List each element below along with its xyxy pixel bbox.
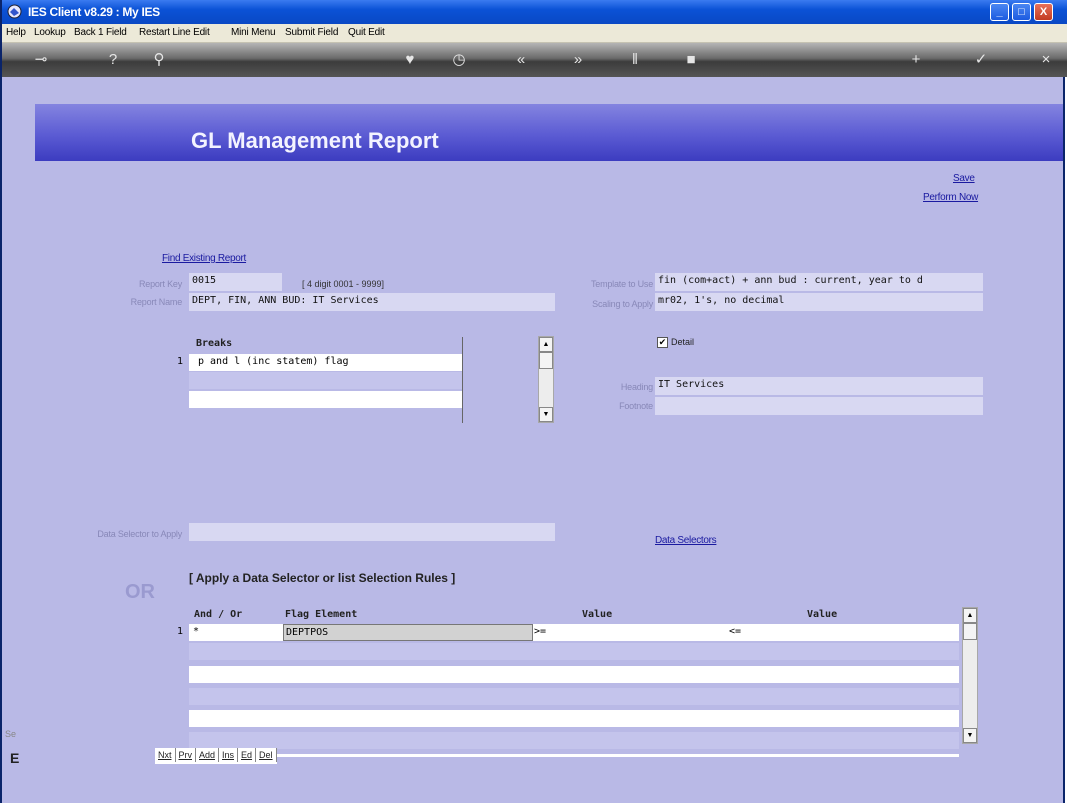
edit-button[interactable]: Ed	[238, 748, 257, 762]
detail-label: Detail	[671, 337, 695, 347]
title-bar: IES Client v8.29 : My IES _ □ X	[2, 0, 1067, 24]
clock-icon[interactable]: ◷	[450, 51, 468, 69]
app-window: IES Client v8.29 : My IES _ □ X Help Loo…	[0, 0, 1067, 803]
page-banner: GL Management Report	[35, 104, 1063, 161]
menu-mini-menu[interactable]: Mini Menu	[231, 27, 276, 38]
rules-row[interactable]	[189, 732, 959, 749]
detail-checkbox[interactable]: ✔	[657, 337, 668, 348]
menu-submit-field[interactable]: Submit Field	[285, 27, 338, 38]
heart-icon[interactable]: ♥	[401, 51, 419, 69]
toolbar: ⊸ ? ⚲ ♥ ◷ « » ‖ ■ + ✓ ×	[2, 43, 1067, 77]
template-field[interactable]: fin (com+act) + ann bud : current, year …	[655, 273, 983, 291]
menu-lookup[interactable]: Lookup	[34, 27, 66, 38]
breaks-row[interactable]	[189, 372, 463, 389]
scroll-up-arrow-icon[interactable]: ▲	[963, 608, 977, 623]
menu-quit-edit[interactable]: Quit Edit	[348, 27, 385, 38]
find-existing-report-link[interactable]: Find Existing Report	[162, 253, 246, 264]
rules-row[interactable]	[189, 754, 959, 757]
report-name-label: Report Name	[130, 297, 183, 307]
side-panel-fragment: Se	[5, 729, 17, 739]
next-button[interactable]: Nxt	[155, 748, 176, 762]
breaks-scrollbar[interactable]: ▲ ▼	[538, 336, 554, 423]
perform-now-link[interactable]: Perform Now	[923, 192, 978, 203]
data-selector-label: Data Selector to Apply	[97, 529, 182, 539]
value1-header: Value	[582, 609, 613, 620]
scaling-label: Scaling to Apply	[592, 299, 653, 309]
insert-button[interactable]: Ins	[219, 748, 239, 762]
report-name-field[interactable]: DEPT, FIN, ANN BUD: IT Services	[189, 293, 555, 311]
or-label: OR	[125, 581, 155, 603]
add-button[interactable]: Add	[196, 748, 220, 762]
breaks-header: Breaks	[196, 338, 233, 349]
row-action-buttons: Nxt Prv Add Ins Ed Del	[155, 748, 277, 764]
rewind-icon[interactable]: «	[512, 51, 530, 69]
app-logo-icon	[7, 4, 22, 19]
key-icon[interactable]: ⊸	[32, 51, 50, 69]
add-icon[interactable]: +	[907, 51, 925, 69]
menu-help[interactable]: Help	[6, 27, 26, 38]
scroll-thumb[interactable]	[963, 623, 977, 640]
scroll-thumb[interactable]	[539, 352, 553, 369]
rules-row[interactable]	[189, 688, 959, 705]
heading-field[interactable]: IT Services	[655, 377, 983, 395]
rules-grid: And / Or Flag Element Value Value 1 * DE…	[177, 607, 959, 757]
prev-button[interactable]: Prv	[176, 748, 196, 762]
side-panel-fragment: E	[10, 750, 20, 766]
report-key-field[interactable]: 0015	[189, 273, 282, 291]
rules-row[interactable]	[189, 643, 959, 660]
value2-header: Value	[807, 609, 838, 620]
rules-row[interactable]	[189, 710, 959, 727]
rules-value2-cell[interactable]: <=	[729, 626, 741, 637]
rules-scrollbar[interactable]: ▲ ▼	[962, 607, 978, 744]
search-icon[interactable]: ⚲	[150, 51, 168, 69]
data-selector-field[interactable]	[189, 523, 555, 541]
maximize-button[interactable]: □	[1012, 3, 1031, 21]
minimize-button[interactable]: _	[990, 3, 1009, 21]
check-icon[interactable]: ✓	[972, 51, 990, 69]
rules-row-number: 1	[177, 626, 184, 637]
rules-row[interactable]: 1 * DEPTPOS >= <=	[177, 624, 959, 641]
page-title: GL Management Report	[191, 128, 439, 153]
scroll-down-arrow-icon[interactable]: ▼	[539, 407, 553, 422]
scroll-up-arrow-icon[interactable]: ▲	[539, 337, 553, 352]
breaks-row-number: 1	[177, 356, 184, 367]
footnote-field[interactable]	[655, 397, 983, 415]
report-key-hint: [ 4 digit 0001 - 9999]	[302, 279, 385, 289]
template-label: Template to Use	[590, 279, 653, 289]
breaks-row-value[interactable]: p and l (inc statem) flag	[198, 356, 349, 367]
window-title: IES Client v8.29 : My IES	[28, 5, 160, 19]
forward-icon[interactable]: »	[569, 51, 587, 69]
breaks-row[interactable]: 1 p and l (inc statem) flag	[177, 354, 463, 371]
main-content: GL Management Report Save Perform Now Fi…	[2, 77, 1063, 803]
toolbar-close-icon[interactable]: ×	[1037, 51, 1055, 69]
apply-instructions: [ Apply a Data Selector or list Selectio…	[189, 571, 456, 585]
help-icon[interactable]: ?	[104, 51, 122, 69]
data-selectors-link[interactable]: Data Selectors	[655, 535, 717, 546]
menu-restart-line-edit[interactable]: Restart Line Edit	[139, 27, 210, 38]
report-key-label: Report Key	[138, 279, 182, 289]
footnote-label: Footnote	[619, 401, 653, 411]
rules-value1-cell[interactable]: >=	[534, 626, 546, 637]
scaling-field[interactable]: mr02, 1's, no decimal	[655, 293, 983, 311]
pause-icon[interactable]: ‖	[626, 51, 644, 69]
rules-row[interactable]	[189, 666, 959, 683]
scroll-down-arrow-icon[interactable]: ▼	[963, 728, 977, 743]
save-link[interactable]: Save	[953, 173, 975, 184]
and-or-header: And / Or	[194, 609, 243, 620]
menu-bar: Help Lookup Back 1 Field Restart Line Ed…	[2, 24, 1067, 43]
breaks-grid: Breaks 1 p and l (inc statem) flag	[177, 337, 463, 423]
rules-flag-cell[interactable]: DEPTPOS	[283, 624, 533, 641]
breaks-divider	[462, 337, 463, 423]
close-button[interactable]: X	[1034, 3, 1053, 21]
rules-and-or-cell[interactable]: *	[193, 626, 199, 637]
menu-back-1-field[interactable]: Back 1 Field	[74, 27, 127, 38]
flag-element-header: Flag Element	[285, 609, 358, 620]
breaks-row[interactable]	[189, 391, 463, 408]
delete-button[interactable]: Del	[256, 748, 277, 762]
heading-label: Heading	[620, 382, 653, 392]
stop-icon[interactable]: ■	[682, 51, 700, 69]
